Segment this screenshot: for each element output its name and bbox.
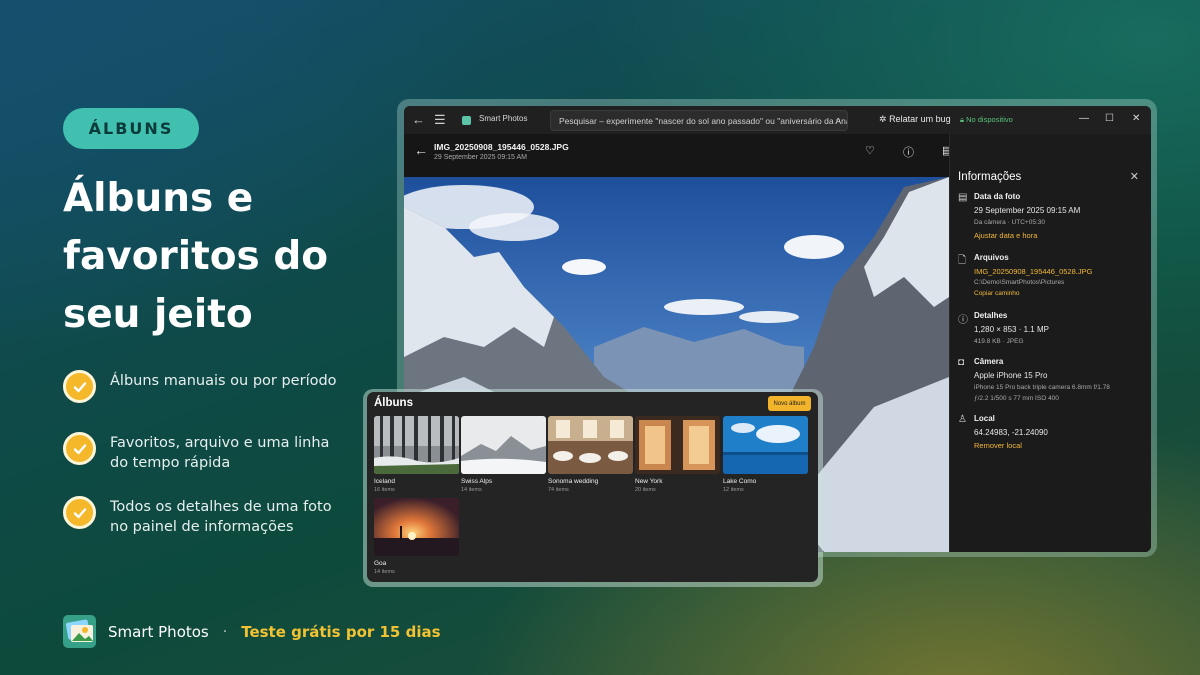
heart-icon[interactable]: ♡: [865, 144, 875, 157]
albums-panel: Álbuns Novo álbum Iceland 16 items Swiss…: [367, 392, 818, 582]
feature-item: Todos os detalhes de uma foto no painel …: [63, 496, 363, 537]
viewer-back-icon[interactable]: ←: [414, 142, 428, 158]
album-card[interactable]: Swiss Alps 14 items: [461, 416, 546, 493]
footer: Smart Photos · Teste grátis por 15 dias: [63, 615, 441, 648]
section-badge: ÁLBUNS: [63, 108, 199, 149]
feature-item: Álbuns manuais ou por período: [63, 370, 363, 403]
goa-sunset-image: [374, 498, 459, 556]
app-icon: [462, 116, 471, 125]
adjust-date-link[interactable]: Ajustar data e hora: [974, 231, 1037, 240]
swiss-alps-image: [461, 416, 546, 474]
footer-separator: ·: [222, 623, 228, 640]
camera-lens: iPhone 15 Pro back triple camera 6.8mm f…: [974, 384, 1110, 391]
info-icon[interactable]: ⓘ: [903, 144, 914, 160]
calendar-icon: ▤: [958, 192, 968, 203]
album-count: 16 items: [374, 487, 395, 493]
hamburger-menu-icon[interactable]: ☰: [434, 112, 446, 128]
album-thumbnail: [374, 416, 459, 474]
title-bar: ← ☰ Smart Photos Pesquisar – experimente…: [404, 106, 1151, 134]
person-pin-icon: ♙: [958, 414, 967, 425]
album-name: Swiss Alps: [461, 478, 493, 485]
album-card[interactable]: Goa 14 items: [374, 498, 459, 575]
album-count: 14 items: [374, 569, 395, 575]
feature-text: Favoritos, arquivo e uma linha do tempo …: [110, 435, 330, 471]
new-york-image: [635, 416, 720, 474]
lock-icon: 🔒︎: [960, 115, 964, 124]
camera-model: Apple iPhone 15 Pro: [974, 371, 1048, 380]
album-card[interactable]: Sonoma wedding 74 items: [548, 416, 633, 493]
back-arrow-icon[interactable]: ←: [412, 112, 425, 127]
section-heading: Local: [974, 414, 995, 423]
search-placeholder: Pesquisar – experimente "nascer do sol a…: [559, 116, 848, 126]
album-card[interactable]: New York 20 items: [635, 416, 720, 493]
device-status-label: No dispositivo: [966, 115, 1013, 124]
check-icon: [63, 432, 96, 465]
album-card[interactable]: Iceland 16 items: [374, 416, 459, 493]
camera-exposure: ƒ/2.2 1/500 s 77 mm ISO 400: [974, 395, 1059, 402]
album-thumbnail: [374, 498, 459, 556]
info-panel: Informações ✕ ▤ Data da foto 29 Septembe…: [949, 134, 1151, 552]
headline: Álbuns e favoritos do seu jeito: [63, 176, 329, 337]
check-icon: [63, 496, 96, 529]
camera-icon: ◘: [958, 357, 965, 368]
trial-link[interactable]: Teste grátis por 15 dias: [241, 623, 440, 641]
report-bug-label: Relatar um bug: [889, 114, 951, 124]
file-icon: 🗋︎: [958, 255, 967, 266]
feature-text: Álbuns manuais ou por período: [110, 373, 337, 389]
forest-image: [374, 416, 459, 474]
search-input[interactable]: Pesquisar – experimente "nascer do sol a…: [550, 110, 848, 131]
remove-location-link[interactable]: Remover local: [974, 441, 1022, 450]
album-name: Sonoma wedding: [548, 478, 599, 485]
albums-title: Álbuns: [374, 397, 413, 409]
photo-date-value: 29 September 2025 09:15 AM: [974, 206, 1081, 215]
album-count: 14 items: [461, 487, 482, 493]
album-count: 74 items: [548, 487, 569, 493]
feature-item: Favoritos, arquivo e uma linha do tempo …: [63, 432, 363, 473]
viewer-toolbar: ← IMG_20250908_195446_0528.JPG 29 Septem…: [404, 134, 949, 177]
file-name-link[interactable]: IMG_20250908_195446_0528.JPG: [974, 267, 1092, 276]
new-album-button[interactable]: Novo álbum: [768, 396, 811, 411]
minimize-icon[interactable]: —: [1079, 113, 1089, 124]
album-name: Lake Como: [723, 478, 757, 485]
close-window-icon[interactable]: ✕: [1132, 113, 1140, 124]
resolution-value: 1,280 × 853 · 1.1 MP: [974, 325, 1049, 334]
file-size-value: 419.8 KB · JPEG: [974, 338, 1024, 345]
footer-app-name: Smart Photos: [108, 622, 209, 641]
album-card[interactable]: Lake Como 12 items: [723, 416, 808, 493]
album-thumbnail: [548, 416, 633, 474]
file-date: 29 September 2025 09:15 AM: [434, 154, 528, 161]
album-thumbnail: [635, 416, 720, 474]
feature-text: Todos os detalhes de uma foto no painel …: [110, 499, 332, 535]
lake-como-image: [723, 416, 808, 474]
app-logo-icon: [63, 615, 96, 648]
copy-path-link[interactable]: Copiar caminho: [974, 290, 1020, 297]
device-status: 🔒︎ No dispositivo: [960, 115, 1013, 125]
section-heading: Arquivos: [974, 253, 1009, 262]
maximize-icon[interactable]: ☐: [1105, 113, 1114, 124]
album-thumbnail: [723, 416, 808, 474]
section-heading: Detalhes: [974, 311, 1008, 320]
album-count: 20 items: [635, 487, 656, 493]
bug-icon: ✲: [879, 114, 887, 124]
photo-date-source: Da câmera · UTC+05:30: [974, 219, 1045, 226]
info-panel-title: Informações: [958, 171, 1022, 183]
section-heading: Data da foto: [974, 192, 1021, 201]
search-icon[interactable]: ⌕: [835, 115, 841, 126]
wedding-hall-image: [548, 416, 633, 474]
check-icon: [63, 370, 96, 403]
album-name: Goa: [374, 560, 387, 567]
window-title: Smart Photos: [479, 114, 528, 123]
info-icon: ⓘ: [958, 315, 968, 326]
section-heading: Câmera: [974, 357, 1004, 366]
album-thumbnail: [461, 416, 546, 474]
album-name: Iceland: [374, 478, 395, 485]
file-path: C:\Demo\SmartPhotos\Pictures: [974, 279, 1065, 286]
file-name: IMG_20250908_195446_0528.JPG: [434, 142, 569, 152]
location-coordinates: 64.24983, -21.24090: [974, 428, 1048, 437]
album-count: 12 items: [723, 487, 744, 493]
close-panel-icon[interactable]: ✕: [1130, 170, 1139, 183]
report-bug-button[interactable]: ✲ Relatar um bug: [879, 114, 951, 125]
album-name: New York: [635, 478, 663, 485]
